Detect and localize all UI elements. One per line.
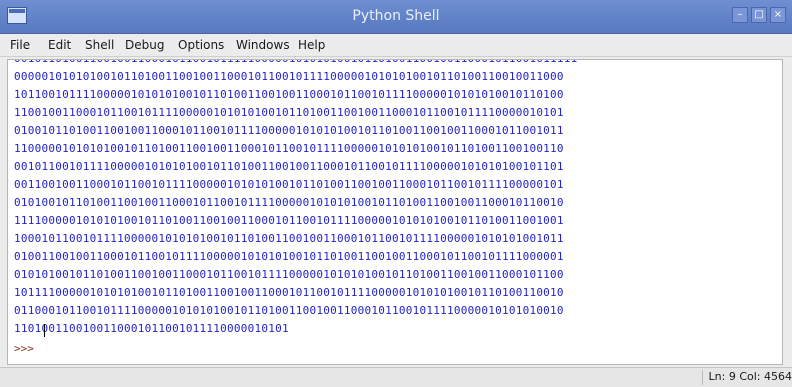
output-line: 0010110100110010011000101100101111100000… bbox=[14, 60, 578, 65]
window-controls: – □ × bbox=[732, 7, 786, 23]
output-line: 1011001011110000010101010010110100110010… bbox=[14, 88, 564, 101]
output-line: 0101010010110100110010011000101100101111… bbox=[14, 268, 564, 281]
shell-text-area[interactable]: 0010110100110010011000101100101111100000… bbox=[7, 59, 783, 365]
maximize-button[interactable]: □ bbox=[751, 7, 767, 23]
output-line: 0011001001100010110010111100000101010100… bbox=[14, 178, 564, 191]
menu-bar: File Edit Shell Debug Options Windows He… bbox=[0, 34, 792, 57]
window-title: Python Shell bbox=[352, 8, 440, 24]
minimize-button[interactable]: – bbox=[732, 7, 748, 23]
output-line: 1000101100101111000001010101001011010011… bbox=[14, 232, 564, 245]
output-line: 0100101101001100100110001011001011110000… bbox=[14, 124, 564, 137]
shell-prompt: >>> bbox=[14, 342, 34, 355]
output-line: 1111000001010101001011010011001001100010… bbox=[14, 214, 564, 227]
menu-debug[interactable]: Debug bbox=[125, 38, 164, 52]
menu-windows[interactable]: Windows bbox=[236, 38, 290, 52]
output-line: 1011110000010101010010110100110010011000… bbox=[14, 286, 564, 299]
output-line: 1101001100100110001011001011110000010101 bbox=[14, 322, 289, 335]
menu-file[interactable]: File bbox=[10, 38, 30, 52]
close-button[interactable]: × bbox=[770, 7, 786, 23]
output-line: 0100110010011000101100101111000001010101… bbox=[14, 250, 564, 263]
menu-edit[interactable]: Edit bbox=[48, 38, 71, 52]
menu-help[interactable]: Help bbox=[298, 38, 325, 52]
output-line: 1100000101010100101101001100100110001011… bbox=[14, 142, 564, 155]
menu-options[interactable]: Options bbox=[178, 38, 224, 52]
output-line: 0000010101010010110100110010011000101100… bbox=[14, 70, 564, 83]
output-line: 0010110010111100000101010100101101001100… bbox=[14, 160, 564, 173]
output-line: 0110001011001011110000010101010010110100… bbox=[14, 304, 564, 317]
text-cursor bbox=[44, 324, 45, 337]
menu-shell[interactable]: Shell bbox=[85, 38, 114, 52]
status-bar: Ln: 9 Col: 4564 bbox=[0, 367, 792, 387]
output-line: 1100100110001011001011110000010101010010… bbox=[14, 106, 564, 119]
python-shell-window: Python Shell – □ × File Edit Shell Debug… bbox=[0, 0, 792, 387]
output-line: 0101001011010011001001100010110010111100… bbox=[14, 196, 564, 209]
cursor-position: Ln: 9 Col: 4564 bbox=[701, 370, 792, 385]
title-bar[interactable]: Python Shell – □ × bbox=[0, 0, 792, 34]
